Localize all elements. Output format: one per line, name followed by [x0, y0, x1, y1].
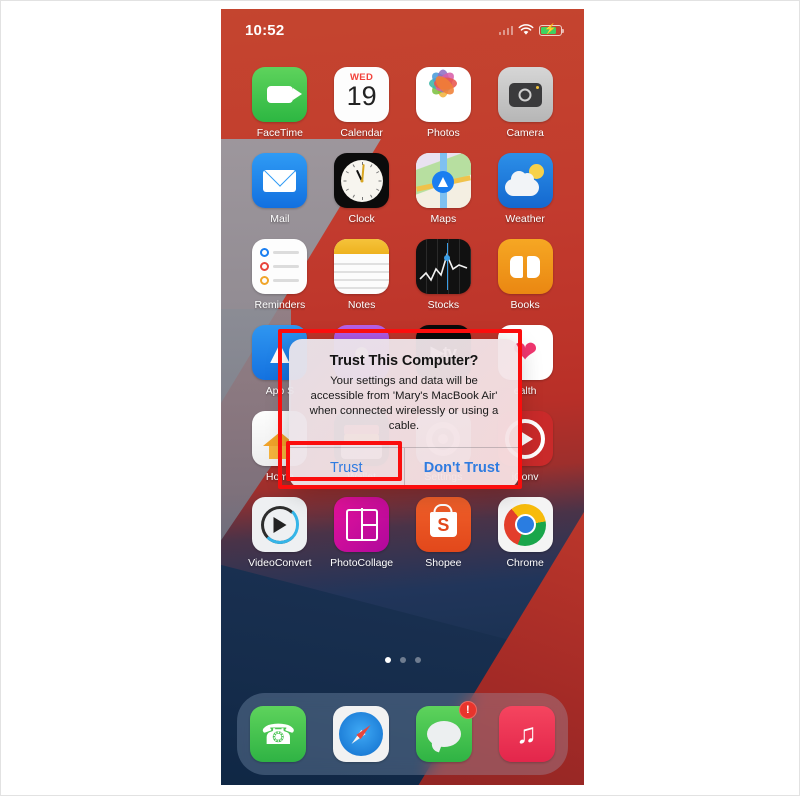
app-chrome[interactable]: Chrome	[484, 497, 566, 569]
app-label: FaceTime	[256, 127, 304, 139]
app-photocollage[interactable]: PhotoCollage	[321, 497, 403, 569]
app-label: Chrome	[506, 557, 544, 569]
app-facetime[interactable]: FaceTime	[239, 67, 321, 139]
notes-icon[interactable]	[334, 239, 390, 294]
app-mail[interactable]: Mail	[239, 153, 321, 225]
app-shopee[interactable]: S Shopee	[403, 497, 485, 569]
trust-dialog: Trust This Computer? Your settings and d…	[289, 339, 520, 489]
app-camera[interactable]: Camera	[484, 67, 566, 139]
dock-app-messages[interactable]: !	[415, 701, 477, 762]
app-label: PhotoCollage	[330, 557, 394, 569]
chrome-icon[interactable]	[497, 497, 553, 552]
calendar-day: 19	[346, 81, 377, 111]
mail-icon[interactable]	[252, 153, 308, 208]
app-grid: FaceTime WED 19 Calendar Photos Camera M…	[221, 67, 584, 569]
status-bar: 10:52 ⚡	[221, 9, 584, 51]
app-label: Camera	[506, 127, 544, 139]
calendar-icon[interactable]: WED 19	[334, 67, 390, 122]
app-label: Mail	[270, 213, 290, 225]
trust-dialog-body: Trust This Computer? Your settings and d…	[289, 339, 519, 447]
music-icon[interactable]: ♫	[498, 706, 555, 762]
page-dot-2[interactable]	[399, 657, 406, 663]
app-label: Shopee	[425, 557, 462, 569]
reminders-icon[interactable]	[252, 239, 308, 294]
dock: ☎ ! ♫	[237, 693, 568, 775]
wifi-icon	[518, 24, 534, 35]
iphone-screen: 10:52 ⚡ FaceTime WED 19 Calendar Photos …	[221, 9, 584, 785]
messages-badge: !	[458, 701, 477, 719]
status-bar-indicators: ⚡	[498, 24, 565, 36]
app-label: Reminders	[254, 299, 306, 311]
photocollage-icon[interactable]	[334, 497, 390, 552]
app-clock[interactable]: Clock	[321, 153, 403, 225]
videoconvert-icon[interactable]	[252, 497, 308, 552]
shopee-icon[interactable]: S	[415, 497, 471, 552]
weather-icon[interactable]	[497, 153, 553, 208]
dock-app-music[interactable]: ♫	[498, 706, 555, 762]
app-label: Books	[510, 299, 540, 311]
safari-icon[interactable]	[333, 706, 390, 762]
app-label: Stocks	[427, 299, 460, 311]
page-dot-3[interactable]	[414, 657, 421, 663]
clock-icon[interactable]	[334, 153, 390, 208]
page-indicator-dots[interactable]	[221, 657, 584, 663]
dont-trust-button[interactable]: Don't Trust	[403, 448, 520, 489]
dock-app-phone[interactable]: ☎	[250, 706, 307, 762]
app-reminders[interactable]: Reminders	[239, 239, 321, 311]
photos-icon[interactable]	[415, 67, 471, 122]
status-bar-clock: 10:52	[245, 21, 285, 39]
charging-bolt-icon: ⚡	[544, 24, 557, 35]
app-notes[interactable]: Notes	[321, 239, 403, 311]
app-label: Notes	[347, 299, 376, 311]
app-books[interactable]: Books	[484, 239, 566, 311]
trust-dialog-title: Trust This Computer?	[329, 353, 479, 369]
app-weather[interactable]: Weather	[484, 153, 566, 225]
app-label: Weather	[505, 213, 545, 225]
screenshot-canvas: 10:52 ⚡ FaceTime WED 19 Calendar Photos …	[0, 0, 800, 796]
app-label: VideoConvert	[248, 557, 312, 569]
app-label: Maps	[430, 213, 457, 225]
maps-icon[interactable]	[415, 153, 471, 208]
trust-dialog-actions: Trust Don't Trust	[289, 447, 520, 489]
trust-button[interactable]: Trust	[289, 448, 404, 488]
cellular-signal-icon	[498, 25, 513, 35]
phone-icon[interactable]: ☎	[250, 706, 307, 762]
facetime-icon[interactable]	[252, 67, 308, 122]
app-label: Photos	[427, 127, 460, 139]
app-stocks[interactable]: Stocks	[403, 239, 485, 311]
battery-charging-icon: ⚡	[539, 24, 565, 36]
page-dot-1[interactable]	[384, 657, 391, 663]
camera-icon[interactable]	[497, 67, 553, 122]
app-label: Calendar	[340, 127, 383, 139]
app-label: Clock	[348, 213, 375, 225]
trust-dialog-message: Your settings and data will be accessibl…	[309, 375, 499, 433]
app-photos[interactable]: Photos	[403, 67, 485, 139]
app-videoconvert[interactable]: VideoConvert	[239, 497, 321, 569]
dock-app-safari[interactable]	[333, 706, 390, 762]
stocks-icon[interactable]	[415, 239, 471, 294]
books-icon[interactable]	[497, 239, 553, 294]
app-calendar[interactable]: WED 19 Calendar	[321, 67, 403, 139]
app-maps[interactable]: Maps	[403, 153, 485, 225]
